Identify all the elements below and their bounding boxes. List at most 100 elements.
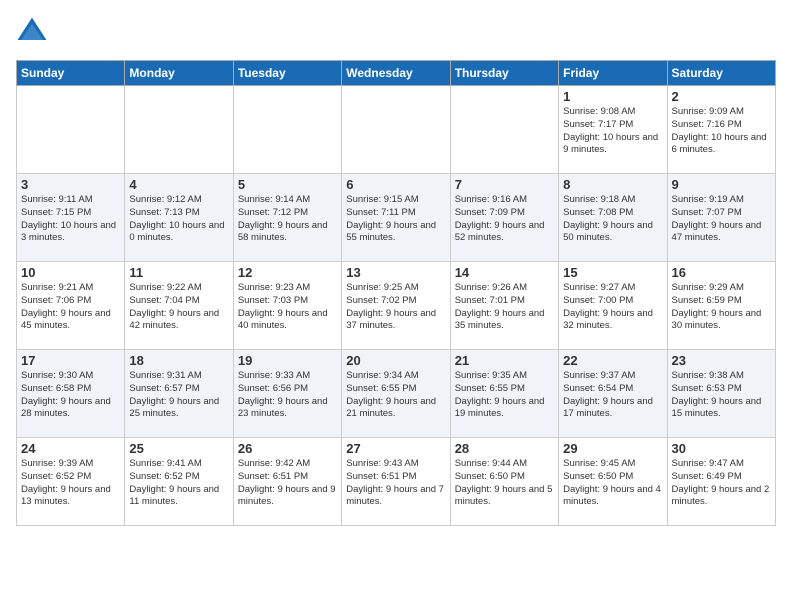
cell-info: Sunrise: 9:34 AM Sunset: 6:55 PM Dayligh… xyxy=(346,370,445,421)
calendar-cell: 13 Sunrise: 9:25 AM Sunset: 7:02 PM Dayli… xyxy=(342,262,450,350)
calendar-cell xyxy=(233,86,341,174)
calendar-cell: 27Sunrise: 9:43 AM Sunset: 6:51 PM Dayli… xyxy=(342,438,450,526)
day-number: 26 xyxy=(238,441,337,456)
calendar-cell xyxy=(342,86,450,174)
week-row-2: 3 Sunrise: 9:11 AM Sunset: 7:15 PM Daylig… xyxy=(17,174,776,262)
logo xyxy=(16,16,52,48)
calendar-cell: 7Sunrise: 9:16 AM Sunset: 7:09 PM Daylig… xyxy=(450,174,558,262)
calendar-cell: 15 Sunrise: 9:27 AM Sunset: 7:00 PM Dayli… xyxy=(559,262,667,350)
day-number: 12 xyxy=(238,265,337,280)
calendar-cell: 22 Sunrise: 9:37 AM Sunset: 6:54 PM Dayli… xyxy=(559,350,667,438)
calendar-cell: 9 Sunrise: 9:19 AM Sunset: 7:07 PM Daylig… xyxy=(667,174,775,262)
day-number: 18 xyxy=(129,353,228,368)
calendar-cell: 21 Sunrise: 9:35 AM Sunset: 6:55 PM Dayli… xyxy=(450,350,558,438)
calendar-cell: 16 Sunrise: 9:29 AM Sunset: 6:59 PM Dayli… xyxy=(667,262,775,350)
day-number: 17 xyxy=(21,353,120,368)
day-number: 2 xyxy=(672,89,771,104)
day-number: 28 xyxy=(455,441,554,456)
week-row-5: 24 Sunrise: 9:39 AM Sunset: 6:52 PM Dayli… xyxy=(17,438,776,526)
day-number: 3 xyxy=(21,177,120,192)
week-row-1: 1 Sunrise: 9:08 AM Sunset: 7:17 PM Daylig… xyxy=(17,86,776,174)
day-number: 16 xyxy=(672,265,771,280)
day-number: 30 xyxy=(672,441,771,456)
cell-info: Sunrise: 9:29 AM Sunset: 6:59 PM Dayligh… xyxy=(672,282,771,333)
calendar-cell: 1 Sunrise: 9:08 AM Sunset: 7:17 PM Daylig… xyxy=(559,86,667,174)
cell-info: Sunrise: 9:38 AM Sunset: 6:53 PM Dayligh… xyxy=(672,370,771,421)
calendar-cell: 5 Sunrise: 9:14 AM Sunset: 7:12 PM Daylig… xyxy=(233,174,341,262)
cell-info: Sunrise: 9:08 AM Sunset: 7:17 PM Dayligh… xyxy=(563,106,662,157)
day-number: 10 xyxy=(21,265,120,280)
cell-info: Sunrise: 9:23 AM Sunset: 7:03 PM Dayligh… xyxy=(238,282,337,333)
cell-info: Sunrise: 9:37 AM Sunset: 6:54 PM Dayligh… xyxy=(563,370,662,421)
calendar-cell xyxy=(17,86,125,174)
day-number: 5 xyxy=(238,177,337,192)
cell-info: Sunrise: 9:18 AM Sunset: 7:08 PM Dayligh… xyxy=(563,194,662,245)
calendar-cell: 11Sunrise: 9:22 AM Sunset: 7:04 PM Dayli… xyxy=(125,262,233,350)
cell-info: Sunrise: 9:45 AM Sunset: 6:50 PM Dayligh… xyxy=(563,458,662,509)
calendar-cell: 25 Sunrise: 9:41 AM Sunset: 6:52 PM Dayli… xyxy=(125,438,233,526)
cell-info: Sunrise: 9:12 AM Sunset: 7:13 PM Dayligh… xyxy=(129,194,228,245)
calendar-cell: 18 Sunrise: 9:31 AM Sunset: 6:57 PM Dayli… xyxy=(125,350,233,438)
day-number: 14 xyxy=(455,265,554,280)
day-number: 1 xyxy=(563,89,662,104)
logo-icon xyxy=(16,16,48,48)
day-number: 24 xyxy=(21,441,120,456)
cell-info: Sunrise: 9:31 AM Sunset: 6:57 PM Dayligh… xyxy=(129,370,228,421)
weekday-wednesday: Wednesday xyxy=(342,61,450,86)
cell-info: Sunrise: 9:25 AM Sunset: 7:02 PM Dayligh… xyxy=(346,282,445,333)
calendar-cell: 14 Sunrise: 9:26 AM Sunset: 7:01 PM Dayli… xyxy=(450,262,558,350)
calendar-table: SundayMondayTuesdayWednesdayThursdayFrid… xyxy=(16,60,776,526)
cell-info: Sunrise: 9:19 AM Sunset: 7:07 PM Dayligh… xyxy=(672,194,771,245)
cell-info: Sunrise: 9:11 AM Sunset: 7:15 PM Dayligh… xyxy=(21,194,120,245)
cell-info: Sunrise: 9:30 AM Sunset: 6:58 PM Dayligh… xyxy=(21,370,120,421)
calendar-cell xyxy=(450,86,558,174)
cell-info: Sunrise: 9:09 AM Sunset: 7:16 PM Dayligh… xyxy=(672,106,771,157)
calendar-cell: 29 Sunrise: 9:45 AM Sunset: 6:50 PM Dayli… xyxy=(559,438,667,526)
cell-info: Sunrise: 9:21 AM Sunset: 7:06 PM Dayligh… xyxy=(21,282,120,333)
day-number: 7 xyxy=(455,177,554,192)
calendar-cell: 28 Sunrise: 9:44 AM Sunset: 6:50 PM Dayli… xyxy=(450,438,558,526)
calendar-cell: 12 Sunrise: 9:23 AM Sunset: 7:03 PM Dayli… xyxy=(233,262,341,350)
cell-info: Sunrise: 9:47 AM Sunset: 6:49 PM Dayligh… xyxy=(672,458,771,509)
calendar-cell: 8 Sunrise: 9:18 AM Sunset: 7:08 PM Daylig… xyxy=(559,174,667,262)
weekday-tuesday: Tuesday xyxy=(233,61,341,86)
day-number: 20 xyxy=(346,353,445,368)
day-number: 21 xyxy=(455,353,554,368)
calendar-cell: 24 Sunrise: 9:39 AM Sunset: 6:52 PM Dayli… xyxy=(17,438,125,526)
weekday-thursday: Thursday xyxy=(450,61,558,86)
cell-info: Sunrise: 9:33 AM Sunset: 6:56 PM Dayligh… xyxy=(238,370,337,421)
week-row-4: 17 Sunrise: 9:30 AM Sunset: 6:58 PM Dayli… xyxy=(17,350,776,438)
day-number: 25 xyxy=(129,441,228,456)
calendar-cell: 6Sunrise: 9:15 AM Sunset: 7:11 PM Daylig… xyxy=(342,174,450,262)
cell-info: Sunrise: 9:44 AM Sunset: 6:50 PM Dayligh… xyxy=(455,458,554,509)
cell-info: Sunrise: 9:14 AM Sunset: 7:12 PM Dayligh… xyxy=(238,194,337,245)
page-header xyxy=(16,16,776,48)
cell-info: Sunrise: 9:41 AM Sunset: 6:52 PM Dayligh… xyxy=(129,458,228,509)
day-number: 15 xyxy=(563,265,662,280)
day-number: 9 xyxy=(672,177,771,192)
day-number: 23 xyxy=(672,353,771,368)
weekday-sunday: Sunday xyxy=(17,61,125,86)
cell-info: Sunrise: 9:15 AM Sunset: 7:11 PM Dayligh… xyxy=(346,194,445,245)
cell-info: Sunrise: 9:35 AM Sunset: 6:55 PM Dayligh… xyxy=(455,370,554,421)
calendar-cell: 20 Sunrise: 9:34 AM Sunset: 6:55 PM Dayli… xyxy=(342,350,450,438)
cell-info: Sunrise: 9:26 AM Sunset: 7:01 PM Dayligh… xyxy=(455,282,554,333)
day-number: 8 xyxy=(563,177,662,192)
cell-info: Sunrise: 9:27 AM Sunset: 7:00 PM Dayligh… xyxy=(563,282,662,333)
cell-info: Sunrise: 9:39 AM Sunset: 6:52 PM Dayligh… xyxy=(21,458,120,509)
day-number: 13 xyxy=(346,265,445,280)
day-number: 27 xyxy=(346,441,445,456)
calendar-cell: 3 Sunrise: 9:11 AM Sunset: 7:15 PM Daylig… xyxy=(17,174,125,262)
day-number: 29 xyxy=(563,441,662,456)
calendar-cell: 2 Sunrise: 9:09 AM Sunset: 7:16 PM Daylig… xyxy=(667,86,775,174)
calendar-cell xyxy=(125,86,233,174)
calendar-cell: 10 Sunrise: 9:21 AM Sunset: 7:06 PM Dayli… xyxy=(17,262,125,350)
day-number: 4 xyxy=(129,177,228,192)
calendar-cell: 19Sunrise: 9:33 AM Sunset: 6:56 PM Dayli… xyxy=(233,350,341,438)
week-row-3: 10 Sunrise: 9:21 AM Sunset: 7:06 PM Dayli… xyxy=(17,262,776,350)
weekday-friday: Friday xyxy=(559,61,667,86)
calendar-cell: 17 Sunrise: 9:30 AM Sunset: 6:58 PM Dayli… xyxy=(17,350,125,438)
weekday-monday: Monday xyxy=(125,61,233,86)
calendar-cell: 4 Sunrise: 9:12 AM Sunset: 7:13 PM Daylig… xyxy=(125,174,233,262)
day-number: 22 xyxy=(563,353,662,368)
